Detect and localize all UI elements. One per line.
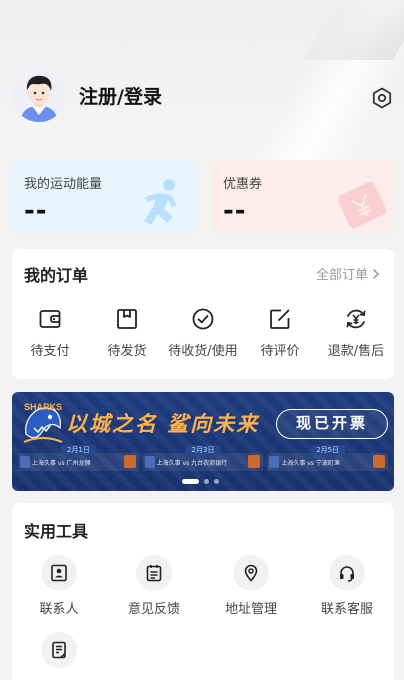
team-badge xyxy=(123,455,136,468)
order-label: 待发货 xyxy=(107,344,147,359)
pagination-dot-active[interactable] xyxy=(182,479,199,484)
game-date: 2月5日 xyxy=(310,445,346,455)
check-circle-icon xyxy=(192,308,214,330)
chevron-right-icon xyxy=(372,268,380,279)
game-schedule: 上海久事 vs 广州龙狮 2月1日 上海久事 vs 九台农商银行 2月3日 上海… xyxy=(18,445,389,471)
coupon-card[interactable]: 优惠券 -- xyxy=(211,160,394,233)
avatar[interactable] xyxy=(12,68,66,122)
tool-customer-service[interactable]: 联系客服 xyxy=(303,555,391,617)
location-icon xyxy=(244,564,258,582)
order-refund[interactable]: 退款/售后 xyxy=(318,307,394,359)
order-pending-receipt[interactable]: 待收货/使用 xyxy=(165,307,241,359)
banner-pagination xyxy=(182,479,219,484)
tool-feedback[interactable]: 意见反馈 xyxy=(110,555,198,617)
order-label: 待收货/使用 xyxy=(168,344,238,359)
pagination-dot[interactable] xyxy=(214,479,219,484)
coupon-value: -- xyxy=(223,196,247,226)
login-link[interactable]: 注册/登录 xyxy=(79,82,162,109)
tools-panel: 实用工具 联系人 意见反馈 地址管理 联系客服 xyxy=(12,503,394,680)
energy-value: -- xyxy=(24,196,48,226)
banner-slogan: 以城之名 鲨向未来 xyxy=(66,412,260,436)
energy-card[interactable]: 我的运动能量 -- xyxy=(12,160,195,233)
tool-label: 联系人 xyxy=(39,602,79,617)
tools-title: 实用工具 xyxy=(24,522,89,541)
game-item: 上海久事 vs 广州龙狮 2月1日 xyxy=(18,445,139,471)
orders-panel: 我的订单 全部订单 待支付 待发货 待收货/使用 待评价 退款/售后 xyxy=(12,249,394,379)
contact-icon xyxy=(51,564,67,582)
team-badge xyxy=(144,456,155,468)
tool-contacts[interactable]: 联系人 xyxy=(15,555,103,617)
team-badge xyxy=(373,455,386,468)
order-pending-payment[interactable]: 待支付 xyxy=(12,307,88,359)
tool-documents[interactable] xyxy=(15,632,103,675)
runner-icon xyxy=(144,179,177,225)
promo-banner[interactable]: SHARKS 以城之名 鲨向未来 现已开票 上海久事 vs 广州龙狮 2月1日 … xyxy=(12,392,394,491)
tickets-button[interactable]: 现已开票 xyxy=(276,409,388,439)
feedback-icon xyxy=(146,565,162,582)
order-label: 待支付 xyxy=(30,344,70,359)
game-item: 上海久事 vs 宁波町渔 2月5日 xyxy=(267,445,389,471)
tool-icon-bg xyxy=(233,555,269,591)
game-matchup: 上海久事 vs 广州龙狮 xyxy=(18,453,139,471)
tool-label: 联系客服 xyxy=(320,602,373,617)
settings-icon[interactable] xyxy=(370,86,394,110)
coupon-label: 优惠券 xyxy=(223,177,263,192)
order-pending-review[interactable]: 待评价 xyxy=(242,307,318,359)
team-badge xyxy=(269,456,280,468)
all-orders-link[interactable]: 全部订单 xyxy=(316,264,380,283)
ticket-icon xyxy=(337,181,387,229)
game-date: 2月3日 xyxy=(185,445,221,455)
edit-icon xyxy=(270,309,290,329)
tool-label: 地址管理 xyxy=(224,602,277,617)
pagination-dot[interactable] xyxy=(204,479,209,484)
team-badge xyxy=(20,456,30,468)
order-label: 退款/售后 xyxy=(327,344,385,359)
tool-icon-bg xyxy=(136,555,172,591)
sharks-logo: SHARKS xyxy=(23,402,63,443)
game-matchup: 上海久事 vs 宁波町渔 xyxy=(267,453,389,471)
game-date: 2月1日 xyxy=(60,445,96,455)
tool-icon-bg xyxy=(41,555,77,591)
energy-label: 我的运动能量 xyxy=(24,177,103,192)
order-label: 待评价 xyxy=(260,344,300,359)
all-orders-label: 全部订单 xyxy=(315,268,368,283)
game-matchup: 上海久事 vs 九台农商银行 xyxy=(142,453,264,471)
refund-icon xyxy=(346,309,366,329)
tool-label: 意见反馈 xyxy=(127,602,180,617)
order-pending-shipment[interactable]: 待发货 xyxy=(89,307,165,359)
wallet-icon xyxy=(39,310,61,328)
tool-icon-bg xyxy=(329,555,365,591)
tool-address[interactable]: 地址管理 xyxy=(207,555,295,617)
headset-icon xyxy=(340,566,354,582)
team-badge xyxy=(248,455,261,468)
box-icon xyxy=(117,309,137,329)
document-icon xyxy=(52,641,66,659)
orders-title: 我的订单 xyxy=(24,266,89,285)
logo-text: SHARKS xyxy=(24,402,62,412)
tool-icon-bg xyxy=(41,632,77,668)
banner-pattern xyxy=(12,392,394,491)
game-item: 上海久事 vs 九台农商银行 2月3日 xyxy=(142,445,264,471)
